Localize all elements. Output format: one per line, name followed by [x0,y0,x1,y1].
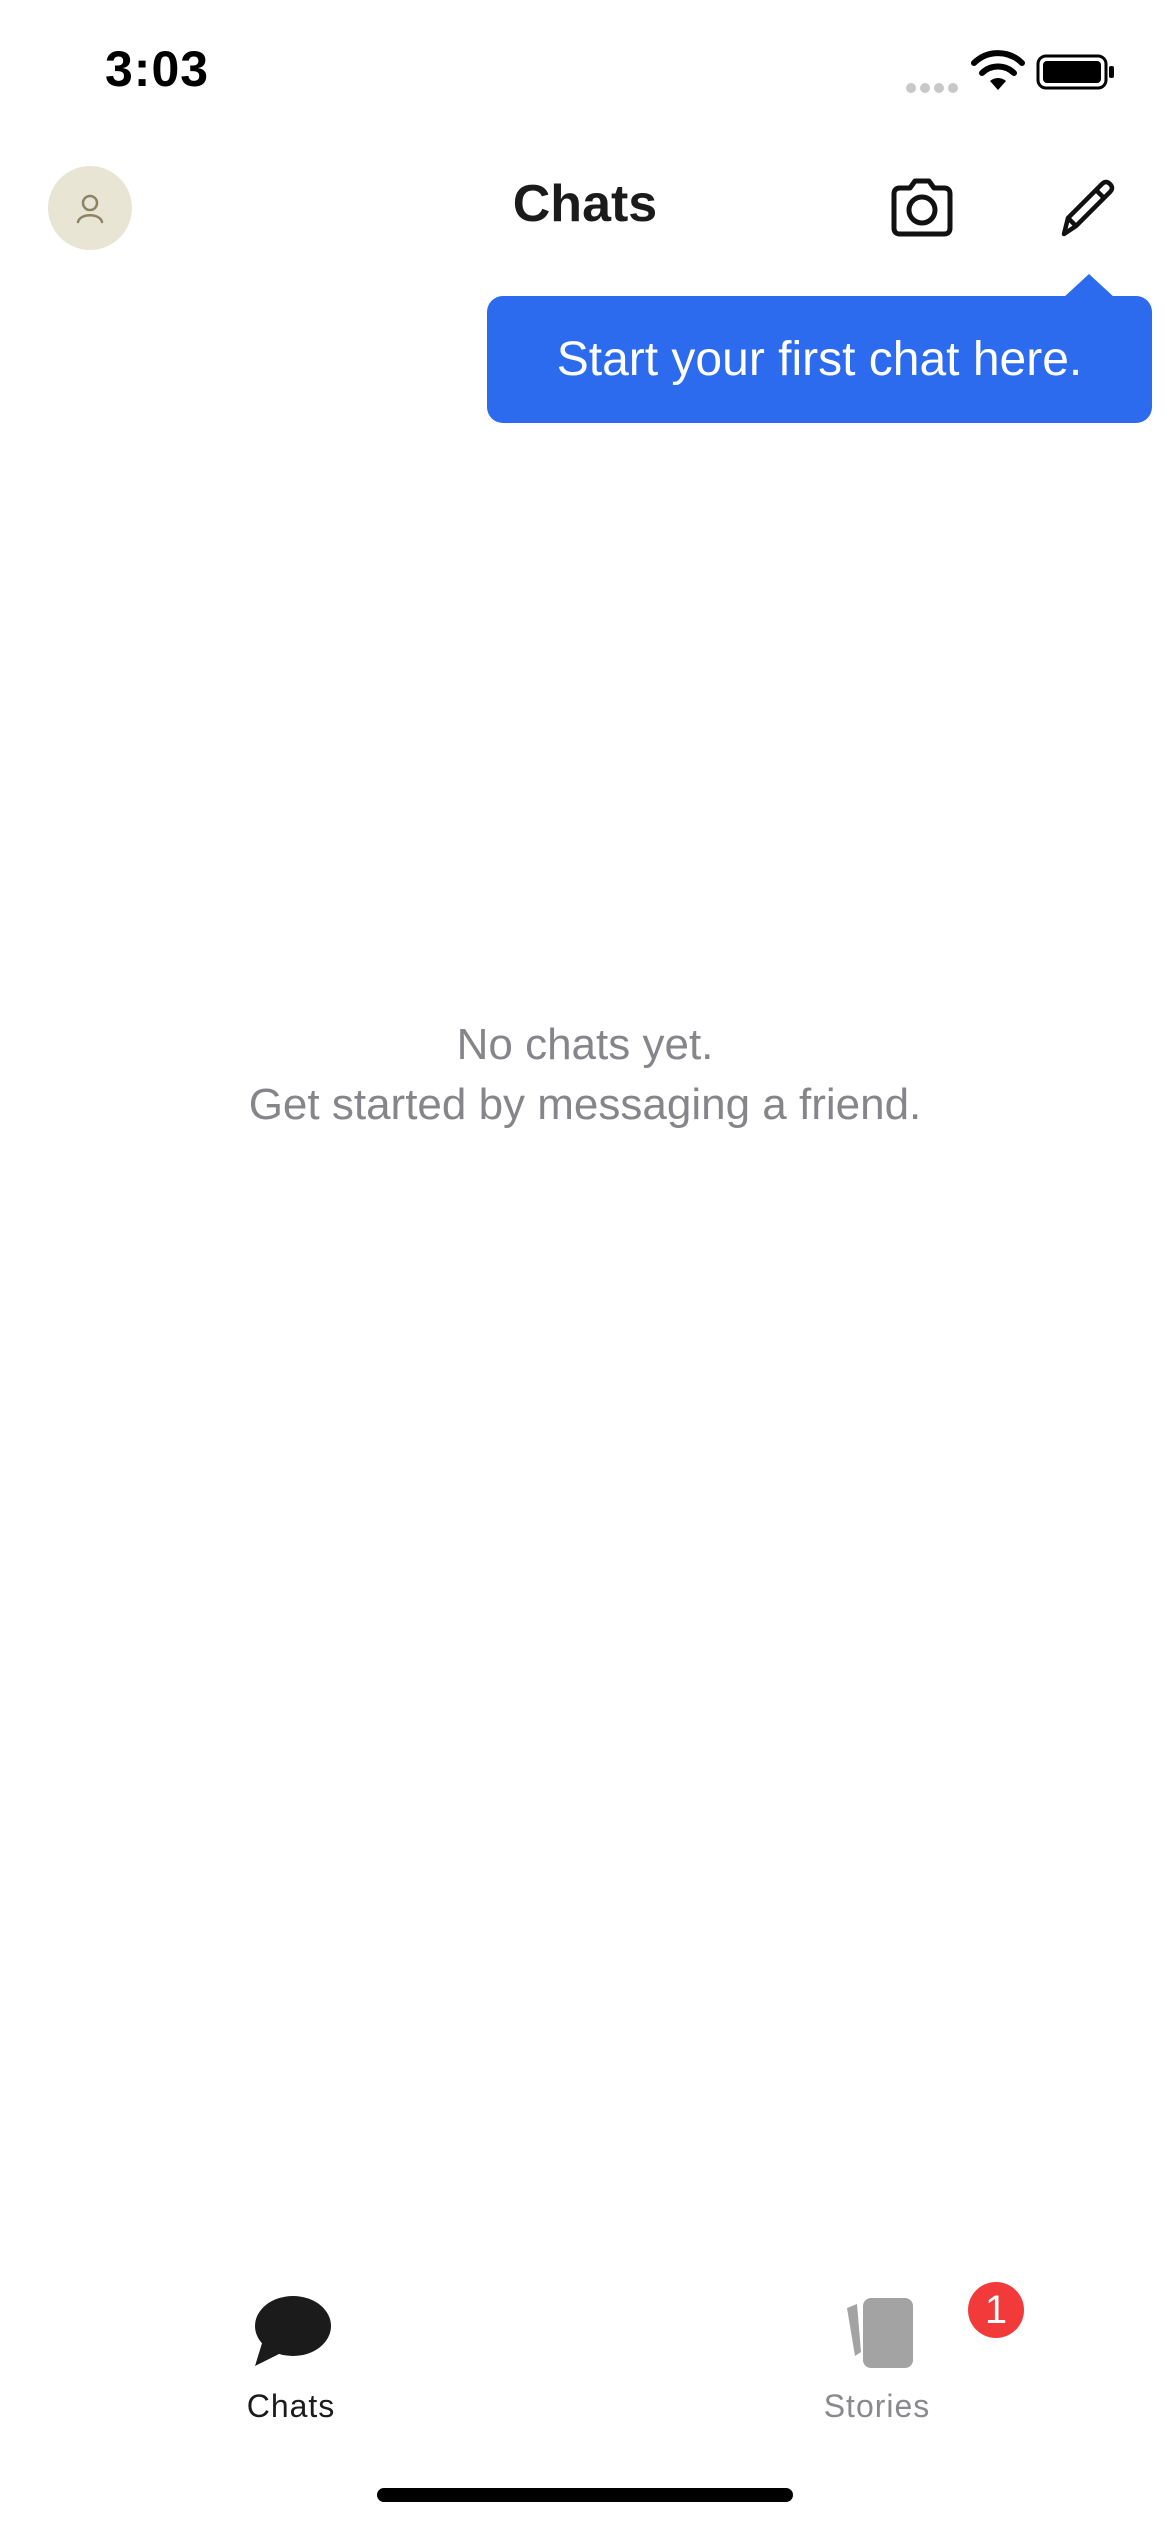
chat-bubble-icon [255,2296,331,2366]
stories-icon [847,2298,913,2368]
avatar[interactable] [48,166,132,250]
tooltip-text: Start your first chat here. [556,333,1083,386]
empty-state: No chats yet. Get started by messaging a… [0,1015,1170,1135]
empty-state-subtitle: Get started by messaging a friend. [248,1080,922,1129]
tab-stories-label: Stories [823,2388,931,2424]
wifi-icon [971,50,1025,90]
stories-badge: 1 [968,2282,1024,2338]
home-indicator[interactable] [377,2488,793,2502]
cellular-signal-icon [906,83,958,93]
tab-chats-label: Chats [246,2388,336,2424]
tooltip-arrow [1063,274,1115,298]
camera-icon [891,178,953,237]
pencil-icon [1061,179,1115,237]
tab-stories[interactable]: 1 Stories [767,2282,1024,2425]
status-time: 3:03 [105,41,210,97]
camera-button[interactable] [886,172,958,244]
tab-chats[interactable]: Chats [181,2290,401,2425]
battery-icon [1036,54,1114,90]
empty-state-title: No chats yet. [456,1020,714,1069]
compose-button[interactable] [1050,172,1122,244]
person-icon [76,194,104,224]
first-chat-tooltip[interactable]: Start your first chat here. [487,296,1152,423]
page-title: Chats [512,175,658,233]
